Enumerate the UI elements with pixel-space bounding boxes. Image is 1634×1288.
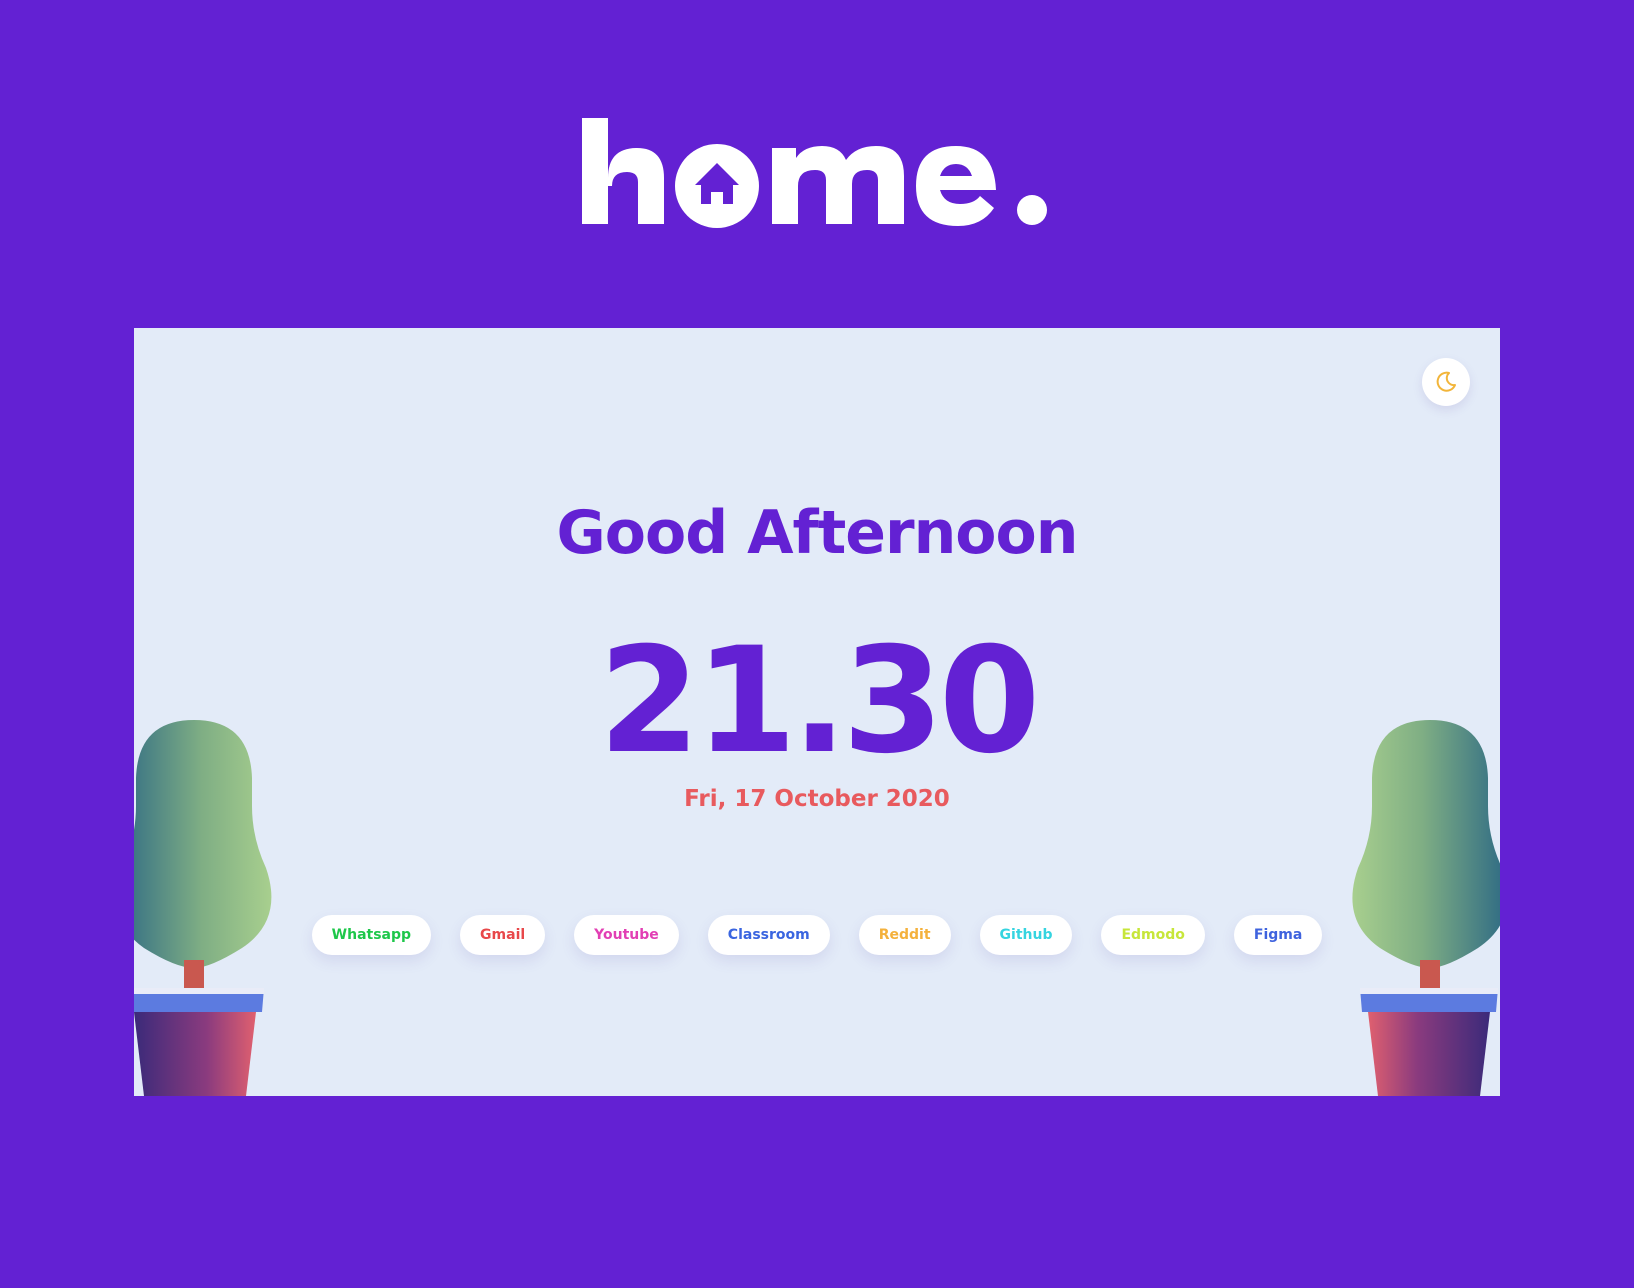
theme-toggle-button[interactable] [1422, 358, 1470, 406]
link-classroom[interactable]: Classroom [707, 915, 830, 955]
plant-illustration-right [1352, 720, 1500, 1096]
link-github[interactable]: Github [979, 915, 1073, 955]
moon-icon [1436, 371, 1456, 392]
home-logo-wordmark [582, 118, 1047, 228]
logo-text: hme. [1052, 118, 1053, 119]
link-gmail[interactable]: Gmail [460, 915, 546, 955]
link-reddit[interactable]: Reddit [858, 915, 951, 955]
link-youtube[interactable]: Youtube [574, 915, 679, 955]
quick-links: Whatsapp Gmail Youtube Classroom Reddit … [134, 915, 1500, 957]
greeting-text: Good Afternoon [556, 498, 1079, 568]
plant-illustration-left [134, 720, 272, 1096]
date-text: Fri, 17 October 2020 [684, 786, 950, 812]
clock-time: 21.30 [598, 616, 1041, 786]
link-edmodo[interactable]: Edmodo [1101, 915, 1205, 955]
app-logo: hme. [0, 118, 1634, 272]
main-card: Good Afternoon 21.30 Fri, 17 October 202… [134, 328, 1500, 1096]
link-figma[interactable]: Figma [1233, 915, 1323, 955]
link-whatsapp[interactable]: Whatsapp [311, 915, 432, 955]
